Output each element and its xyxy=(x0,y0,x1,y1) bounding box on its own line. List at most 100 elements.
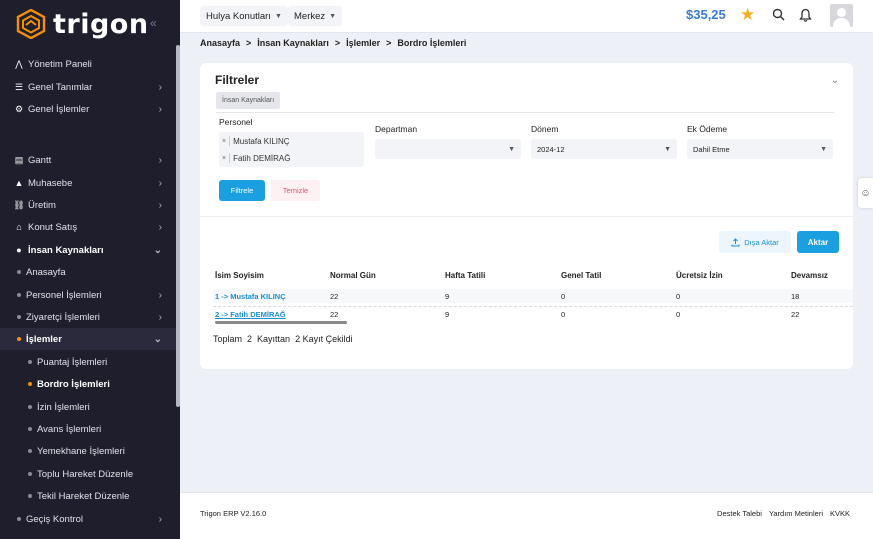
tag-separator xyxy=(229,153,231,163)
sidebar-item-gantt[interactable]: ▤ Gantt › xyxy=(0,149,176,171)
transfer-button[interactable]: Aktar xyxy=(797,231,839,253)
chevron-right-icon: › xyxy=(158,221,162,233)
chevron-right-icon: > xyxy=(334,38,341,48)
sidebar-item-ziyaretci-islemleri[interactable]: Ziyaretçi İşlemleri › xyxy=(0,306,176,328)
caret-down-icon: ▼ xyxy=(664,145,671,153)
brand-name: trigon xyxy=(53,8,149,40)
chevron-down-icon: ⌄ xyxy=(153,333,162,345)
column-header[interactable]: İsim Soyisim xyxy=(215,271,264,280)
chevron-down-icon[interactable]: ⌄ xyxy=(831,75,839,86)
donem-select[interactable]: 2024-12 ▼ xyxy=(531,139,677,159)
sidebar-item-yonetim-paneli[interactable]: ⋀ Yönetim Paneli xyxy=(0,53,176,75)
sidebar-item-label: Üretim xyxy=(28,199,56,211)
gantt-chart-icon: ▤ xyxy=(14,154,24,165)
sidebar-item-label: İzin İşlemleri xyxy=(37,401,90,413)
company-select[interactable]: Hulya Konutları ▼ xyxy=(200,6,288,26)
sidebar-item-toplu-hareket-duzenle[interactable]: Toplu Hareket Düzenle xyxy=(0,463,176,485)
sidebar-item-izin-islemleri[interactable]: İzin İşlemleri xyxy=(0,396,176,418)
caret-down-icon: ▼ xyxy=(508,145,515,153)
sidebar-item-label: Ziyaretçi İşlemleri xyxy=(26,311,100,323)
sidebar-item-gecis-kontrol[interactable]: Geçiş Kontrol › xyxy=(0,508,176,530)
table-cell: 22 xyxy=(330,292,339,301)
table-cell: 18 xyxy=(791,292,800,301)
breadcrumb-item[interactable]: İşlemler xyxy=(346,38,380,48)
tab-divider xyxy=(216,112,834,113)
chevron-right-icon: > xyxy=(246,38,252,48)
section-divider xyxy=(200,216,853,217)
sidebar-item-puantaj-islemleri[interactable]: Puantaj İşlemleri xyxy=(0,351,176,373)
personel-tag: × Mustafa KILINÇ xyxy=(222,134,290,148)
ek-odeme-label: Ek Ödeme xyxy=(687,124,728,134)
remove-tag-icon[interactable]: × xyxy=(222,138,226,145)
star-icon[interactable]: ★ xyxy=(740,5,755,25)
table-cell: 9 xyxy=(445,292,450,301)
breadcrumb: Anasayfa > İnsan Kaynakları > İşlemler >… xyxy=(200,38,466,48)
bell-icon[interactable] xyxy=(799,8,812,25)
sidebar-item-anasayfa[interactable]: Anasayfa xyxy=(0,261,176,283)
tag-separator xyxy=(229,136,231,146)
sidebar-item-personel-islemleri[interactable]: Personel İşlemleri › xyxy=(0,284,176,306)
user-panel-toggle-icon[interactable]: ☺ xyxy=(858,178,873,208)
avatar-body xyxy=(833,18,850,27)
filter-button[interactable]: Filtrele xyxy=(219,180,265,201)
ek-odeme-select[interactable]: Dahil Etme ▼ xyxy=(687,139,833,159)
summary-mid: Kayıttan xyxy=(257,334,291,344)
departman-select[interactable]: ▼ xyxy=(375,139,521,159)
caret-down-icon: ▼ xyxy=(329,12,337,20)
chevron-right-icon: › xyxy=(158,311,162,323)
search-icon[interactable] xyxy=(772,8,785,24)
column-header[interactable]: Genel Tatil xyxy=(561,271,601,280)
sidebar-item-genel-tanimlar[interactable]: ☰ Genel Tanımlar › xyxy=(0,76,176,98)
sidebar-item-muhasebe[interactable]: ▲ Muhasebe › xyxy=(0,172,176,194)
user-icon: ● xyxy=(16,245,22,255)
bullet-icon xyxy=(17,270,21,274)
chevron-right-icon: › xyxy=(158,289,162,301)
sidebar-item-label: Muhasebe xyxy=(28,177,73,189)
record-summary: Toplam 2 Kayıttan 2 Kayıt Çekildi xyxy=(213,334,353,344)
footer-link-help[interactable]: Yardım Metinleri xyxy=(769,509,823,518)
sidebar-item-islemler[interactable]: İşlemler ⌄ xyxy=(0,328,176,350)
column-header[interactable]: Ücretsiz İzin xyxy=(676,271,723,280)
bullet-icon xyxy=(28,494,32,498)
remove-tag-icon[interactable]: × xyxy=(222,155,226,162)
table-row: 1 -> Mustafa KILINÇ 22 9 0 0 18 xyxy=(213,289,853,303)
sidebar-item-yemekhane-islemleri[interactable]: Yemekhane İşlemleri xyxy=(0,440,176,462)
sidebar-item-label: Gantt xyxy=(28,154,52,166)
branch-select[interactable]: Merkez ▼ xyxy=(288,6,343,26)
avatar[interactable] xyxy=(830,4,853,27)
footer-link-support[interactable]: Destek Talebi xyxy=(717,509,762,518)
sidebar-item-avans-islemleri[interactable]: Avans İşlemleri xyxy=(0,418,176,440)
column-header[interactable]: Normal Gün xyxy=(330,271,376,280)
sidebar-item-genel-islemler[interactable]: ⚙ Genel İşlemler › xyxy=(0,98,176,120)
personel-multiselect[interactable]: × Mustafa KILINÇ × Fatih DEMİRAĞ xyxy=(219,132,364,167)
sidebar-item-label: Anasayfa xyxy=(26,266,66,278)
sidebar-item-insan-kaynaklari[interactable]: ● İnsan Kaynakları ⌄ xyxy=(0,239,176,261)
sidebar-item-bordro-islemleri[interactable]: Bordro İşlemleri xyxy=(0,373,176,395)
sidebar-item-uretim[interactable]: ⛓ Üretim › xyxy=(0,194,176,216)
sidebar-item-label: Konut Satış xyxy=(28,221,78,233)
sidebar: trigon « ⋀ Yönetim Paneli ☰ Genel Tanıml… xyxy=(0,0,180,539)
breadcrumb-item[interactable]: Anasayfa xyxy=(200,38,240,48)
bullet-icon xyxy=(28,405,32,409)
employee-link[interactable]: 1 -> Mustafa KILINÇ xyxy=(215,292,286,301)
export-button[interactable]: Dışa Aktar xyxy=(719,231,791,253)
sidebar-item-tekil-hareket-duzenle[interactable]: Tekil Hareket Düzenle xyxy=(0,485,176,507)
tab-insan-kaynaklari[interactable]: İnsan Kaynakları xyxy=(216,92,281,109)
column-header[interactable]: Hafta Tatili xyxy=(445,271,485,280)
column-header[interactable]: Devamsız xyxy=(791,271,828,280)
sidebar-item-konut-satis[interactable]: ⌂ Konut Satış › xyxy=(0,216,176,238)
employee-link[interactable]: 2 -> Fatih DEMİRAĞ xyxy=(215,310,286,319)
double-chevron-left-icon[interactable]: « xyxy=(150,16,157,30)
table-scrollbar[interactable] xyxy=(215,321,347,324)
sidebar-scrollbar[interactable] xyxy=(176,45,180,407)
footer-links: Destek Talebi Yardım Metinleri KVKK xyxy=(717,509,850,518)
breadcrumb-item[interactable]: İnsan Kaynakları xyxy=(257,38,329,48)
bullet-icon xyxy=(17,293,21,297)
footer-link-kvkk[interactable]: KVKK xyxy=(830,509,850,518)
clear-button[interactable]: Temizle xyxy=(271,180,320,201)
table-cell: 0 xyxy=(561,292,566,301)
table-cell: 0 xyxy=(676,310,681,319)
app-version: Trigon ERP V2.16.0 xyxy=(200,509,267,518)
chevron-right-icon: > xyxy=(386,38,392,48)
house-icon: ⌂ xyxy=(16,222,22,232)
